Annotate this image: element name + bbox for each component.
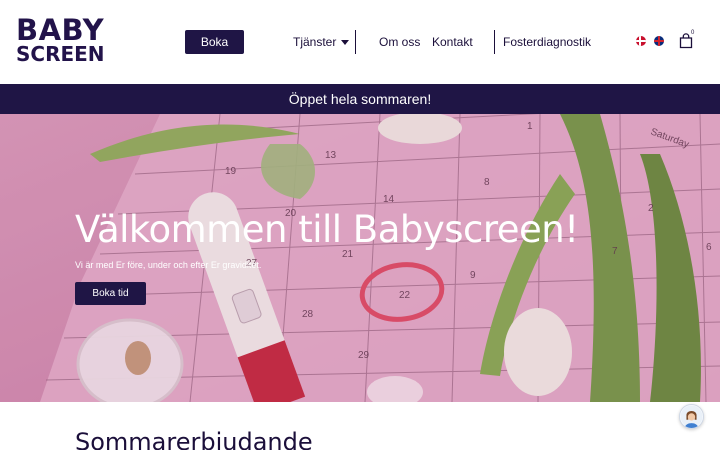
english-flag-icon[interactable] xyxy=(654,36,664,46)
chat-assistant-icon[interactable] xyxy=(679,404,704,429)
logo-line-1: BABY xyxy=(16,13,105,47)
cart-count-badge: 0 xyxy=(691,30,695,36)
hero-background-image: 1 2 6 7 8 9 13 14 19 20 21 22 27 28 29 S… xyxy=(0,114,720,402)
nav-about[interactable]: Om oss xyxy=(379,30,420,54)
nav-fetal-diagnostics[interactable]: Fosterdiagnostik xyxy=(503,30,591,54)
nav-divider xyxy=(494,30,495,54)
announcement-bar: Öppet hela sommaren! xyxy=(0,84,720,114)
site-header: BABY SCREEN Boka Tjänster Om oss Kontakt… xyxy=(0,0,720,84)
hero-banner: 1 2 6 7 8 9 13 14 19 20 21 22 27 28 29 S… xyxy=(0,114,720,402)
nav-divider xyxy=(355,30,356,54)
hero-subtitle: Vi är med Er före, under och efter Er gr… xyxy=(75,260,262,270)
summer-offer-heading: Sommarerbjudande xyxy=(75,428,313,450)
caret-down-icon xyxy=(341,39,350,45)
nav-services[interactable]: Tjänster xyxy=(293,30,350,54)
logo-line-2: SCREEN xyxy=(16,42,105,66)
nav-services-label: Tjänster xyxy=(293,35,337,49)
babyscreen-logo[interactable]: BABY SCREEN xyxy=(16,13,108,66)
book-appointment-button[interactable]: Boka tid xyxy=(75,282,146,305)
hero-title: Välkommen till Babyscreen! xyxy=(75,208,579,251)
book-button[interactable]: Boka xyxy=(185,30,244,54)
nav-contact[interactable]: Kontakt xyxy=(432,30,473,54)
danish-flag-icon[interactable] xyxy=(636,36,646,46)
